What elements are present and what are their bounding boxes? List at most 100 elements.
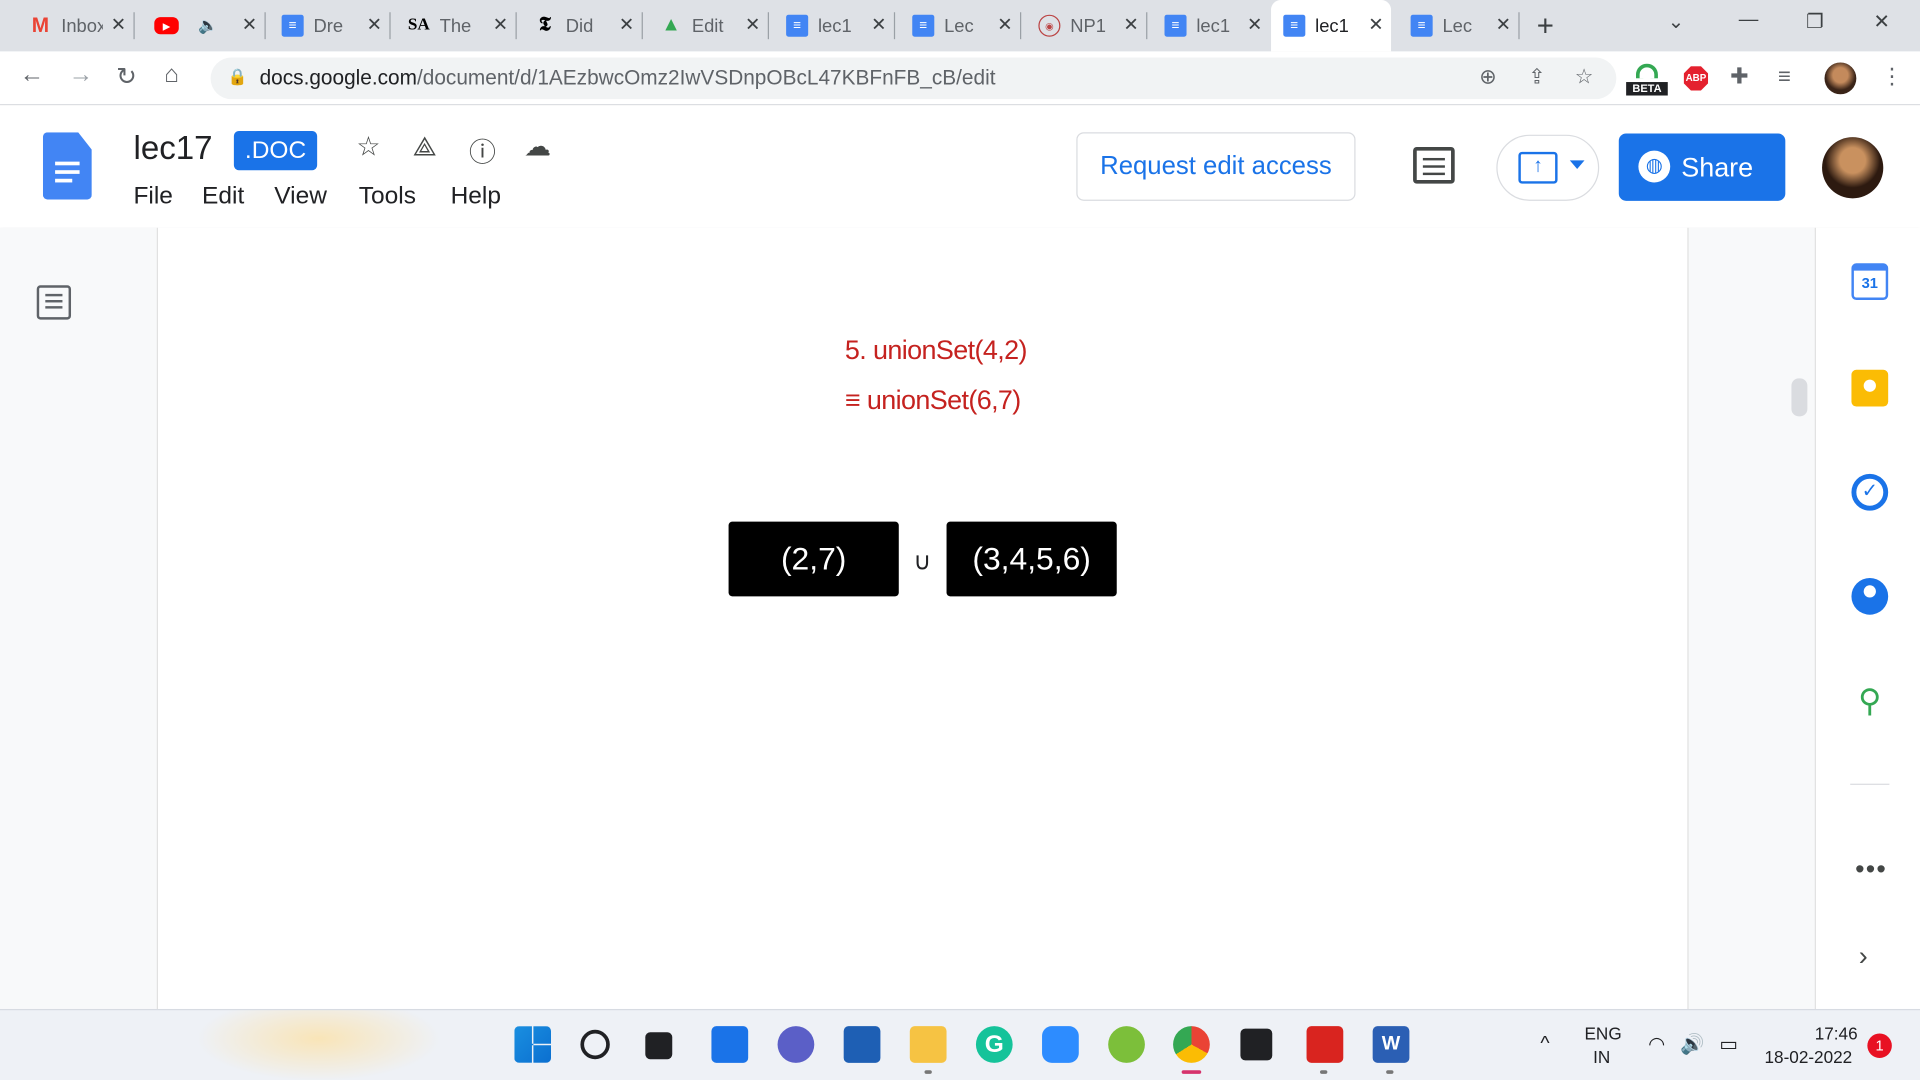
word-icon[interactable]: W <box>1372 1026 1410 1063</box>
docs-logo-icon[interactable] <box>42 132 92 200</box>
extensions-puzzle-icon[interactable]: ✚ <box>1730 64 1748 90</box>
share-button[interactable]: ◍ Share <box>1618 133 1786 201</box>
present-button[interactable]: ↑ <box>1496 134 1600 201</box>
close-tab-icon[interactable]: ✕ <box>1496 13 1511 36</box>
wifi-icon[interactable]: ◠ <box>1648 1032 1665 1056</box>
tab-docs-lec-b[interactable]: ≡ Lec ✕ <box>1398 7 1520 44</box>
widgets-icon[interactable] <box>711 1026 749 1063</box>
clock-time[interactable]: 17:46 <box>1815 1024 1858 1044</box>
sticky-notes-icon[interactable] <box>1240 1028 1273 1061</box>
tab-docs-dre[interactable]: ≡ Dre ✕ <box>269 7 391 44</box>
tab-nyt[interactable]: 𝕿 Did ✕ <box>522 7 643 44</box>
zoom-app-icon[interactable] <box>1042 1026 1079 1063</box>
chevron-right-icon[interactable]: › <box>1859 940 1868 972</box>
menu-tools[interactable]: Tools <box>359 182 416 210</box>
tab-docs-active[interactable]: ≡ lec1 ✕ <box>1271 0 1392 52</box>
scrollbar-thumb[interactable] <box>1791 378 1808 417</box>
beta-extension-icon[interactable]: BETA <box>1626 63 1668 96</box>
menu-file[interactable]: File <box>133 182 172 210</box>
tab-nptel[interactable]: ◉ NP1 ✕ <box>1026 7 1148 44</box>
close-tab-icon[interactable]: ✕ <box>619 13 634 36</box>
store-icon[interactable] <box>843 1026 881 1063</box>
close-window-icon[interactable]: ✕ <box>1873 10 1889 34</box>
zoom-icon[interactable]: ⊕ <box>1479 65 1496 89</box>
chrome-menu-icon[interactable]: ⋮ <box>1881 64 1903 90</box>
menu-edit[interactable]: Edit <box>202 182 244 210</box>
close-tab-icon[interactable]: ✕ <box>111 13 126 36</box>
close-tab-icon[interactable]: ✕ <box>997 13 1012 36</box>
reload-icon[interactable]: ↻ <box>116 61 137 92</box>
reading-list-icon[interactable]: ≡ <box>1778 64 1791 90</box>
tasks-icon[interactable]: ✓ <box>1851 473 1889 511</box>
set-box-b: (3,4,5,6) <box>946 521 1117 597</box>
tab-sa[interactable]: SA The ✕ <box>396 7 517 44</box>
clock-date[interactable]: 18-02-2022 <box>1765 1047 1853 1067</box>
tab-drive[interactable]: ▲ Edit ✕ <box>648 7 769 44</box>
info-icon[interactable]: ⓘ <box>469 131 496 170</box>
bookmark-star-icon[interactable]: ☆ <box>1575 65 1594 89</box>
more-horizontal-icon[interactable]: ••• <box>1855 853 1887 885</box>
battery-icon[interactable]: ▭ <box>1719 1032 1738 1056</box>
drive-icon: ▲ <box>661 14 681 36</box>
outline-icon[interactable] <box>36 285 72 320</box>
tray-chevron-up-icon[interactable]: ^ <box>1540 1033 1549 1055</box>
search-icon[interactable] <box>580 1029 610 1060</box>
close-tab-icon[interactable]: ✕ <box>242 13 257 36</box>
share-page-icon[interactable]: ⇪ <box>1528 65 1545 89</box>
tab-title: lec1 <box>1315 15 1349 37</box>
docs-icon: ≡ <box>786 14 809 37</box>
move-to-drive-icon[interactable]: ⟁ <box>413 131 437 163</box>
close-tab-icon[interactable]: ✕ <box>1368 13 1383 36</box>
forward-icon[interactable]: → <box>69 61 93 89</box>
chevron-down-icon[interactable] <box>1569 160 1585 169</box>
cloud-status-icon[interactable]: ☁ <box>524 131 551 163</box>
adblock-icon[interactable]: ABP <box>1683 66 1709 91</box>
docs-icon: ≡ <box>1410 14 1433 37</box>
keep-icon[interactable] <box>1851 369 1889 407</box>
maps-pin-icon[interactable]: ⚲ <box>1851 682 1888 719</box>
lock-icon[interactable]: 🔒 <box>228 67 248 87</box>
request-edit-access-button[interactable]: Request edit access <box>1076 132 1356 201</box>
minimize-icon[interactable]: — <box>1739 10 1759 32</box>
language-in[interactable]: IN <box>1593 1047 1610 1067</box>
close-tab-icon[interactable]: ✕ <box>871 13 886 36</box>
close-tab-icon[interactable]: ✕ <box>493 13 508 36</box>
notification-badge[interactable]: 1 <box>1867 1033 1892 1058</box>
file-explorer-icon[interactable] <box>909 1026 947 1063</box>
contacts-icon[interactable] <box>1851 577 1889 615</box>
home-icon[interactable]: ⌂ <box>164 61 179 89</box>
tab-docs-lec1b[interactable]: ≡ lec1 ✕ <box>1152 7 1270 44</box>
profile-avatar[interactable] <box>1824 62 1857 95</box>
tab-gmail[interactable]: M Inbox ✕ <box>17 7 135 44</box>
restore-icon[interactable]: ❐ <box>1806 10 1824 34</box>
tab-docs-lec1[interactable]: ≡ lec1 ✕ <box>774 7 896 44</box>
chrome-icon[interactable] <box>1173 1026 1210 1063</box>
app-leaf-icon[interactable] <box>1108 1026 1145 1063</box>
document-title[interactable]: lec17 <box>133 130 212 168</box>
new-tab-icon[interactable]: + <box>1537 10 1554 44</box>
account-avatar[interactable] <box>1822 137 1884 199</box>
grammarly-icon[interactable]: G <box>975 1026 1013 1063</box>
running-indicator <box>924 1070 932 1074</box>
close-tab-icon[interactable]: ✕ <box>745 13 760 36</box>
calendar-icon[interactable]: 31 <box>1851 263 1889 301</box>
speaker-icon[interactable]: 🔈 <box>198 16 218 36</box>
tab-docs-lec[interactable]: ≡ Lec ✕ <box>900 7 1022 44</box>
url-text[interactable]: docs.google.com/document/d/1AEzbwcOmz2Iw… <box>260 66 996 90</box>
teams-chat-icon[interactable] <box>777 1026 815 1063</box>
volume-icon[interactable]: 🔊 <box>1680 1032 1704 1056</box>
star-icon[interactable]: ☆ <box>356 131 380 163</box>
close-tab-icon[interactable]: ✕ <box>367 13 382 36</box>
tab-youtube[interactable]: ▶ 🔈 ✕ <box>142 7 266 44</box>
close-tab-icon[interactable]: ✕ <box>1247 13 1262 36</box>
tab-search-icon[interactable]: ⌄ <box>1668 10 1684 34</box>
menu-view[interactable]: View <box>274 182 327 210</box>
acrobat-icon[interactable] <box>1306 1026 1344 1063</box>
address-bar[interactable]: 🔒 docs.google.com/document/d/1AEzbwcOmz2… <box>210 57 1617 100</box>
task-view-icon[interactable] <box>645 1032 673 1060</box>
close-tab-icon[interactable]: ✕ <box>1123 13 1138 36</box>
menu-help[interactable]: Help <box>451 182 501 210</box>
language-eng[interactable]: ENG <box>1585 1024 1622 1044</box>
comments-icon[interactable] <box>1413 146 1455 184</box>
back-icon[interactable]: ← <box>20 61 44 89</box>
